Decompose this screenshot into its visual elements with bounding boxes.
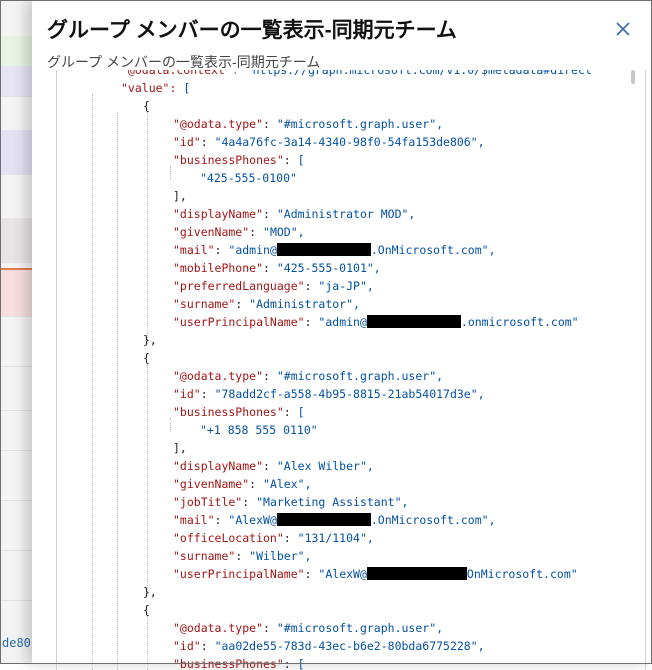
code-line: "mobilePhone": "425-555-0101", [173,261,381,275]
background-row [0,470,32,501]
indent-guide [147,364,148,596]
json-code-viewer[interactable]: "@odata.context": "https://graph.microso… [56,70,646,670]
code-line: "id": "4a4a76fc-3a14-4340-98f0-54fa153de… [173,135,485,149]
panel-subtitle: グループ メンバーの一覧表示-同期元チーム [47,54,321,70]
code-line: "mail": "admin@ .OnMicrosoft.com", [173,241,496,259]
code-line: "displayName": "Administrator MOD", [173,207,416,221]
redaction-bar [366,567,467,580]
code-line: "id": "aa02de55-783d-43ec-b6e2-80bda6775… [173,639,485,653]
mail-prefix: "mail": "admin@ [173,243,277,257]
code-line: "@odata.type": "#microsoft.graph.user", [173,369,444,383]
redaction-bar [276,513,371,526]
code-line: "surname": "Administrator", [173,297,360,311]
close-icon[interactable] [612,18,634,40]
background-row [0,36,32,67]
panel-title: グループ メンバーの一覧表示-同期元チーム [47,19,457,42]
background-row [0,420,32,451]
mail-suffix: .OnMicrosoft.com", [370,243,496,257]
code-line: ], [173,441,187,455]
code-line: "@odata.context": "https://graph.microso… [121,70,592,77]
code-line: "surname": "Wilber", [173,549,312,563]
code-line: ], [173,189,187,203]
mail-suffix: .OnMicrosoft.com", [370,513,496,527]
detail-panel: グループ メンバーの一覧表示-同期元チーム グループ メンバーの一覧表示-同期元… [32,0,652,670]
background-app-strip: de80 [0,0,32,664]
code-line: "officeLocation": "131/1104", [173,531,374,545]
mail-prefix: "mail": "AlexW@ [173,513,277,527]
code-line: "userPrincipalName": "AlexW@ OnMicrosoft.… [173,565,578,583]
code-line: "userPrincipalName": "admin@ .onmicrosoft… [173,313,579,331]
code-line: }, [143,333,157,347]
code-line: "givenName": "MOD", [173,225,305,239]
background-row [0,218,32,263]
scrollbar-thumb[interactable] [631,70,635,84]
indent-guide [92,94,93,670]
upn-suffix: OnMicrosoft.com" [466,567,578,581]
code-line: { [143,99,150,113]
code-line: "displayName": "Alex Wilber", [173,459,374,473]
background-text: de80 [2,636,31,650]
code-line: { [143,603,150,617]
code-line: "+1 858 555 0110" [200,423,318,437]
background-row [0,570,32,601]
code-line: "id": "78add2cf-a558-4b95-8815-21ab54017… [173,387,485,401]
upn-prefix: "userPrincipalName": "admin@ [173,315,367,329]
code-line: "value": [ [121,81,191,95]
code-line: "425-555-0100" [200,171,297,185]
code-line: "businessPhones": [ [173,405,305,419]
code-line: "jobTitle": "Marketing Assistant", [173,495,409,509]
background-row [0,66,32,97]
background-row [0,268,32,317]
indent-guide [117,112,118,670]
code-line: "givenName": "Alex", [173,477,312,491]
code-line: "@odata.type": "#microsoft.graph.user", [173,117,444,131]
indent-guide [147,616,148,670]
upn-suffix: .onmicrosoft.com" [460,315,579,329]
code-line: "preferredLanguage": "ja-JP", [173,279,374,293]
code-line: "businessPhones": [ [173,657,305,670]
background-row [0,130,32,175]
background-row [0,336,32,367]
code-line: { [143,351,150,365]
upn-prefix: "userPrincipalName": "AlexW@ [173,567,367,581]
code-line: "businessPhones": [ [173,153,305,167]
redaction-bar [276,243,371,256]
code-line: "@odata.type": "#microsoft.graph.user", [173,621,444,635]
background-row [0,520,32,551]
indent-guide [147,112,148,344]
code-line: }, [143,585,157,599]
indent-guide [170,418,171,432]
background-row [0,380,32,411]
code-line: "mail": "AlexW@ .OnMicrosoft.com", [173,511,496,529]
indent-guide [170,166,171,180]
redaction-bar [366,315,461,328]
